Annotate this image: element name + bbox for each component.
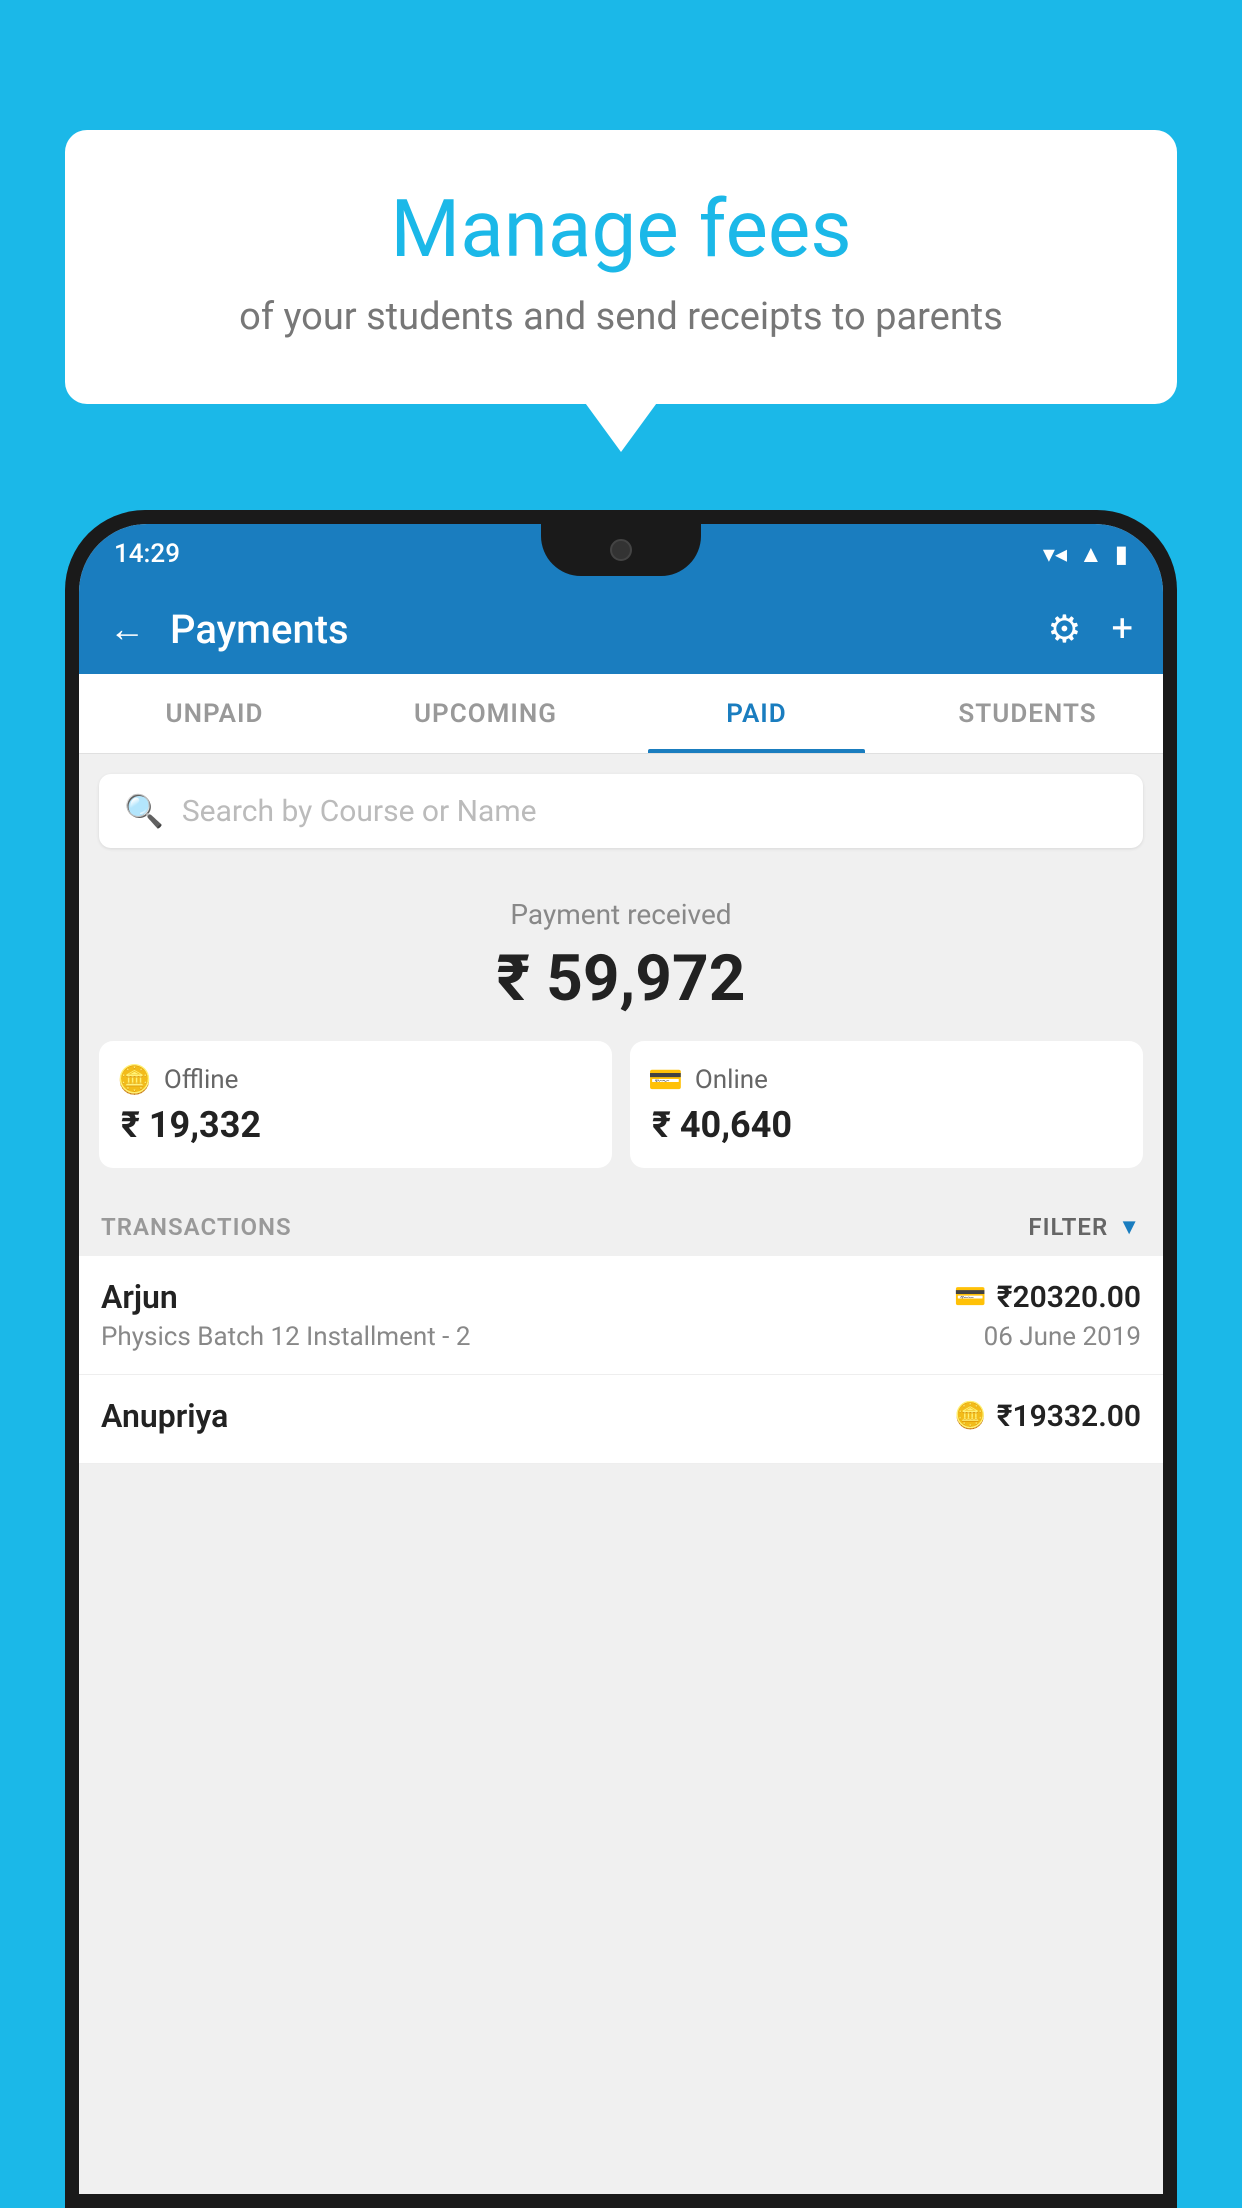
offline-amount: ₹ 19,332: [117, 1104, 594, 1146]
transaction-name: Anupriya: [101, 1397, 228, 1435]
tab-upcoming[interactable]: UPCOMING: [350, 674, 621, 753]
online-label: Online: [695, 1065, 768, 1095]
transaction-date: 06 June 2019: [984, 1322, 1141, 1352]
transaction-amount: ₹19332.00: [997, 1399, 1141, 1434]
payment-received-label: Payment received: [99, 898, 1143, 931]
card-icon: 💳: [648, 1063, 683, 1096]
transaction-amount: ₹20320.00: [997, 1280, 1141, 1315]
transaction-course: Physics Batch 12 Installment - 2: [101, 1322, 470, 1352]
online-card-header: 💳 Online: [648, 1063, 1125, 1096]
tabs-bar: UNPAID UPCOMING PAID STUDENTS: [79, 674, 1163, 754]
payment-cards: 🪙 Offline ₹ 19,332 💳 Online ₹ 40,640: [99, 1041, 1143, 1168]
tab-paid[interactable]: PAID: [621, 674, 892, 753]
search-bar[interactable]: 🔍 Search by Course or Name: [99, 774, 1143, 848]
transaction-bottom: Physics Batch 12 Installment - 2 06 June…: [101, 1322, 1141, 1352]
app-bar-title: Payments: [170, 606, 349, 653]
app-bar-right: ⚙ +: [1047, 607, 1133, 652]
transaction-amount-wrapper: 💳 ₹20320.00: [954, 1280, 1141, 1315]
wifi-icon: ▾◂: [1043, 540, 1067, 568]
online-card: 💳 Online ₹ 40,640: [630, 1041, 1143, 1168]
content-area: 🔍 Search by Course or Name Payment recei…: [79, 754, 1163, 2194]
filter-icon: ▼: [1118, 1214, 1141, 1240]
payment-summary: Payment received ₹ 59,972 🪙 Offline ₹ 19…: [79, 868, 1163, 1188]
online-amount: ₹ 40,640: [648, 1104, 1125, 1146]
filter-label: FILTER: [1028, 1213, 1108, 1241]
speech-bubble: Manage fees of your students and send re…: [65, 130, 1177, 404]
status-icons: ▾◂ ▲ ▮: [1043, 540, 1128, 569]
phone-mockup: 14:29 ▾◂ ▲ ▮ ← Payments ⚙ +: [65, 510, 1177, 2208]
battery-icon: ▮: [1115, 540, 1128, 568]
cash-icon: 🪙: [117, 1063, 152, 1096]
app-bar-left: ← Payments: [109, 606, 349, 653]
notch-camera: [610, 539, 632, 561]
card-payment-icon: 💳: [954, 1282, 986, 1312]
speech-bubble-container: Manage fees of your students and send re…: [65, 130, 1177, 404]
tab-students[interactable]: STUDENTS: [892, 674, 1163, 753]
bubble-subtitle: of your students and send receipts to pa…: [125, 291, 1117, 344]
transaction-row[interactable]: Arjun 💳 ₹20320.00 Physics Batch 12 Insta…: [79, 1256, 1163, 1375]
search-icon: 🔍: [124, 792, 164, 830]
phone-notch: [541, 524, 701, 576]
transaction-top: Arjun 💳 ₹20320.00: [101, 1278, 1141, 1316]
phone-inner: 14:29 ▾◂ ▲ ▮ ← Payments ⚙ +: [79, 524, 1163, 2194]
offline-card: 🪙 Offline ₹ 19,332: [99, 1041, 612, 1168]
app-bar: ← Payments ⚙ +: [79, 584, 1163, 674]
gear-icon[interactable]: ⚙: [1047, 607, 1081, 652]
plus-icon[interactable]: +: [1111, 607, 1133, 651]
filter-button[interactable]: FILTER ▼: [1028, 1213, 1141, 1241]
transaction-row[interactable]: Anupriya 🪙 ₹19332.00: [79, 1375, 1163, 1464]
transactions-label: TRANSACTIONS: [101, 1213, 292, 1241]
transaction-top: Anupriya 🪙 ₹19332.00: [101, 1397, 1141, 1435]
signal-icon: ▲: [1079, 540, 1103, 569]
payment-total-amount: ₹ 59,972: [99, 941, 1143, 1016]
phone-outer: 14:29 ▾◂ ▲ ▮ ← Payments ⚙ +: [65, 510, 1177, 2208]
transaction-amount-wrapper: 🪙 ₹19332.00: [954, 1399, 1141, 1434]
back-button[interactable]: ←: [109, 608, 145, 650]
transactions-header: TRANSACTIONS FILTER ▼: [79, 1188, 1163, 1256]
cash-payment-icon: 🪙: [954, 1401, 986, 1431]
offline-card-header: 🪙 Offline: [117, 1063, 594, 1096]
offline-label: Offline: [164, 1065, 239, 1095]
tab-unpaid[interactable]: UNPAID: [79, 674, 350, 753]
search-placeholder: Search by Course or Name: [182, 794, 537, 829]
status-time: 14:29: [114, 539, 180, 569]
bubble-title: Manage fees: [125, 185, 1117, 273]
transaction-name: Arjun: [101, 1278, 178, 1316]
